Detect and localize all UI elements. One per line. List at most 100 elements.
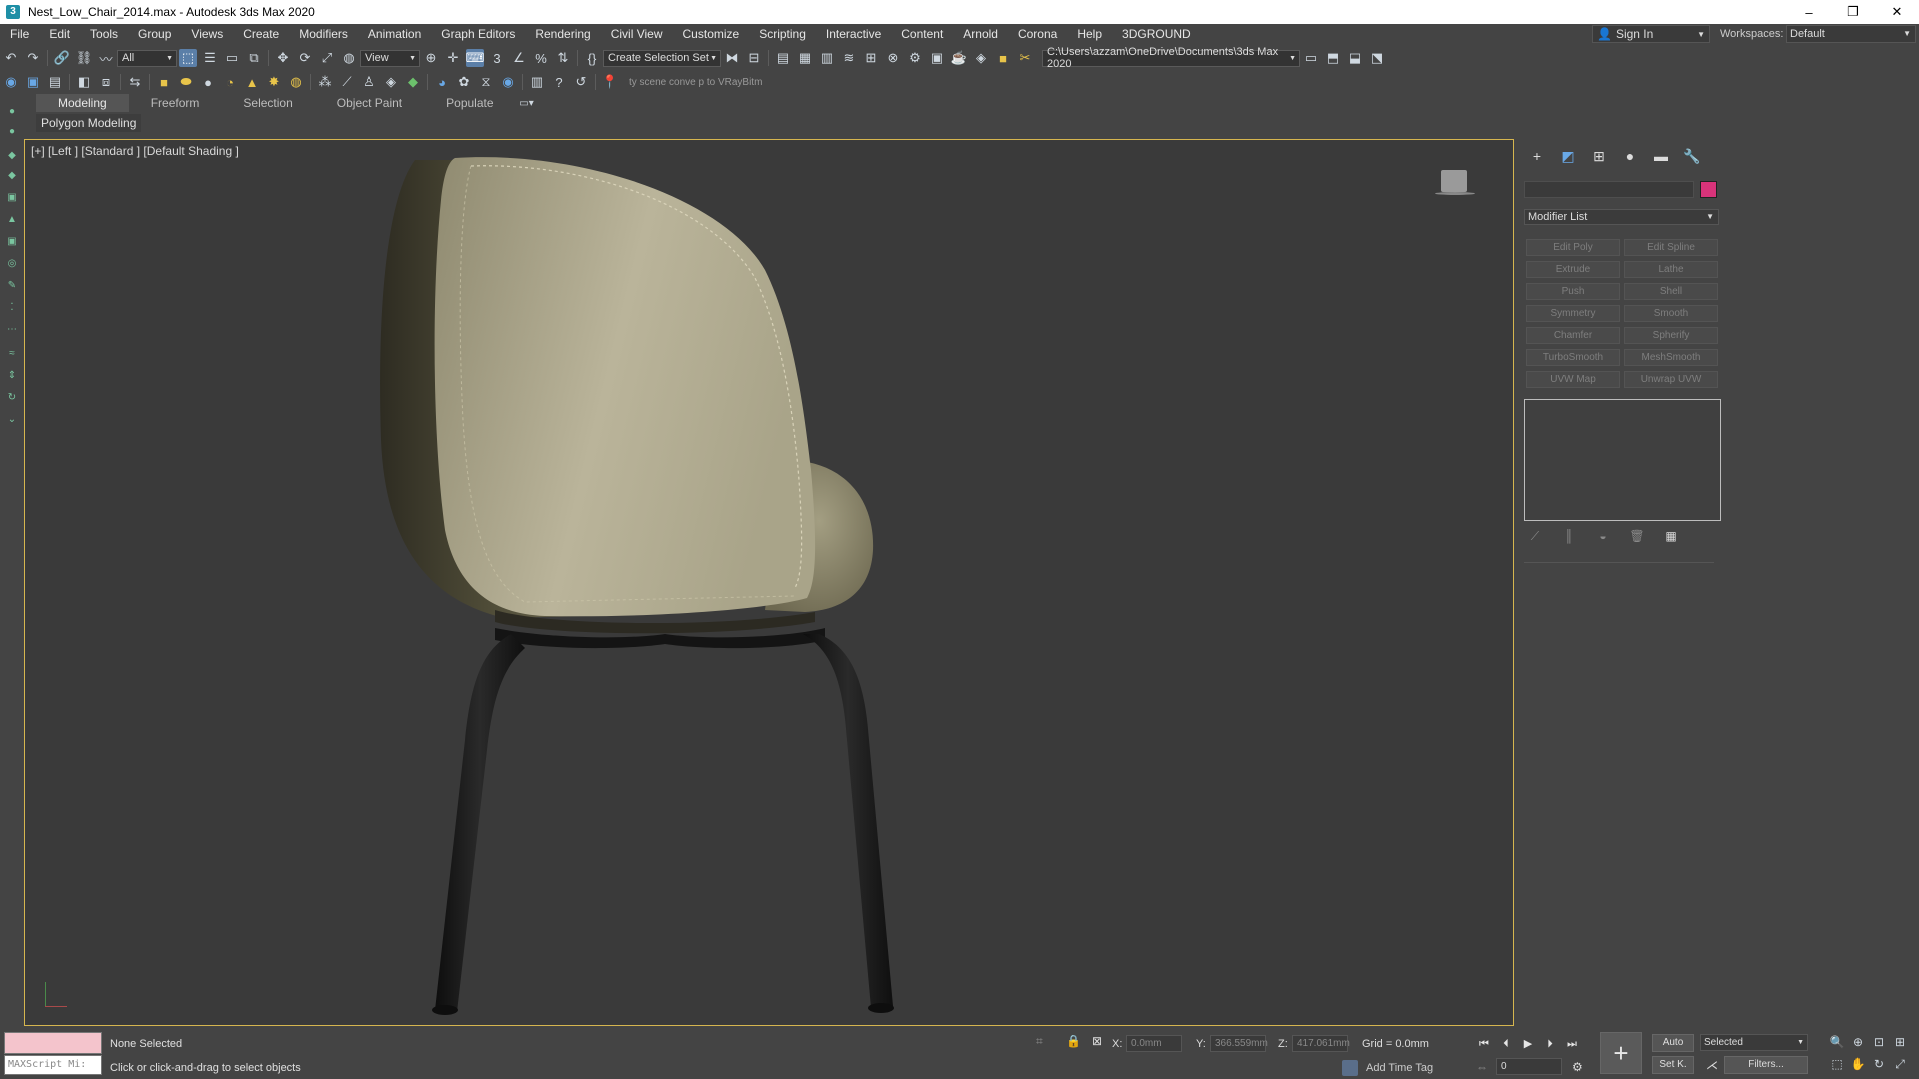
unwrap-uvw-button[interactable]: Unwrap UVW bbox=[1624, 371, 1718, 388]
remove-modifier-icon[interactable]: 🗑 bbox=[1628, 529, 1646, 545]
tab-populate[interactable]: Populate bbox=[424, 94, 515, 112]
menu-corona[interactable]: Corona bbox=[1008, 27, 1067, 41]
cycle-icon[interactable]: ↻ bbox=[6, 392, 18, 404]
align-icon[interactable]: ⊟ bbox=[745, 49, 763, 67]
show-end-result-icon[interactable]: ║ bbox=[1560, 529, 1578, 545]
render-production-icon[interactable]: ☕ bbox=[950, 49, 968, 67]
box-icon[interactable]: ■ bbox=[155, 73, 173, 91]
zoom-all-icon[interactable]: ⊕ bbox=[1849, 1034, 1867, 1050]
menu-help[interactable]: Help bbox=[1067, 27, 1112, 41]
utilities-icon[interactable]: ▲ bbox=[6, 214, 18, 226]
pivot-center-icon[interactable]: ⊕ bbox=[422, 49, 440, 67]
menu-modifiers[interactable]: Modifiers bbox=[289, 27, 358, 41]
tab-selection[interactable]: Selection bbox=[221, 94, 314, 112]
keyboard-shortcut-override-icon[interactable]: ⌨ bbox=[466, 49, 484, 67]
hierarchy-tab-icon[interactable]: ⊞ bbox=[1586, 147, 1612, 165]
next-frame-icon[interactable]: ⏵ bbox=[1540, 1036, 1560, 1052]
sphere-icon[interactable]: ● bbox=[199, 73, 217, 91]
time-config-icon[interactable]: ⚙ bbox=[1572, 1060, 1583, 1074]
select-object-icon[interactable]: ⬚ bbox=[179, 49, 197, 67]
scene-explorer-icon[interactable]: ▤ bbox=[774, 49, 792, 67]
help-icon[interactable]: ? bbox=[550, 73, 568, 91]
polygon-modeling-panel[interactable]: Polygon Modeling bbox=[36, 114, 142, 132]
utilities-tab-icon[interactable]: 🔧 bbox=[1679, 147, 1705, 165]
extrude-button[interactable]: Extrude bbox=[1526, 261, 1620, 278]
play-icon[interactable]: ▶ bbox=[1518, 1036, 1538, 1052]
stack-divider[interactable] bbox=[1524, 562, 1714, 563]
menu-edit[interactable]: Edit bbox=[39, 27, 80, 41]
render-tools-icon[interactable]: ✂ bbox=[1016, 49, 1034, 67]
spherify-button[interactable]: Spherify bbox=[1624, 327, 1718, 344]
previous-frame-icon[interactable]: ⏴ bbox=[1496, 1036, 1516, 1052]
reference-coordinate-dropdown[interactable]: View ▼ bbox=[360, 49, 420, 67]
restore-button[interactable]: ❐ bbox=[1831, 0, 1875, 24]
sort-icon[interactable]: ⇕ bbox=[6, 370, 18, 382]
redo-icon[interactable]: ↷ bbox=[24, 49, 42, 67]
scale-icon[interactable]: ⤢ bbox=[318, 49, 336, 67]
menu-customize[interactable]: Customize bbox=[673, 27, 750, 41]
container-icon[interactable]: ⧈ bbox=[97, 73, 115, 91]
edit-spline-button[interactable]: Edit Spline bbox=[1624, 239, 1718, 256]
rotate-icon[interactable]: ⟳ bbox=[296, 49, 314, 67]
auto-key-button[interactable]: Auto bbox=[1652, 1034, 1694, 1052]
create-tab-icon[interactable]: + bbox=[1524, 147, 1550, 165]
current-frame-field[interactable]: 0 bbox=[1496, 1058, 1562, 1075]
render-setup-icon[interactable]: ⚙ bbox=[906, 49, 924, 67]
curve-editor-icon[interactable]: ≋ bbox=[840, 49, 858, 67]
undo-icon[interactable]: ↶ bbox=[2, 49, 20, 67]
shell-button[interactable]: Shell bbox=[1624, 283, 1718, 300]
close-button[interactable]: ✕ bbox=[1875, 0, 1919, 24]
zoom-extents-icon[interactable]: ⊡ bbox=[1870, 1034, 1888, 1050]
field-of-view-icon[interactable]: ⬚ bbox=[1828, 1056, 1846, 1072]
flow-icon[interactable]: ≈ bbox=[6, 348, 18, 360]
path-icon[interactable]: ⋯ bbox=[6, 324, 18, 336]
spinner-snap-icon[interactable]: ⇅ bbox=[554, 49, 572, 67]
layers-icon[interactable]: ◧ bbox=[75, 73, 93, 91]
helper-icon[interactable]: ◈ bbox=[382, 73, 400, 91]
open-icon[interactable]: ▤ bbox=[46, 73, 64, 91]
snap-toggle-icon[interactable]: 3 bbox=[488, 49, 506, 67]
material-icon[interactable]: ◕ bbox=[433, 73, 451, 91]
menu-interactive[interactable]: Interactive bbox=[816, 27, 891, 41]
save-icon[interactable]: ▣ bbox=[24, 73, 42, 91]
minimize-button[interactable]: – bbox=[1787, 0, 1831, 24]
menu-3dground[interactable]: 3DGROUND bbox=[1112, 27, 1201, 41]
key-filters-button[interactable]: Filters... bbox=[1724, 1056, 1808, 1074]
mirror-icon[interactable]: ⧓ bbox=[723, 49, 741, 67]
particles-icon[interactable]: ⁂ bbox=[316, 73, 334, 91]
zoom-icon[interactable]: 🔍 bbox=[1828, 1034, 1846, 1050]
tab-freeform[interactable]: Freeform bbox=[129, 94, 222, 112]
selection-lock-icon[interactable]: 🔒 bbox=[1066, 1034, 1081, 1048]
add-time-tag-button[interactable]: Add Time Tag bbox=[1342, 1060, 1433, 1076]
project-open-icon[interactable]: ▭ bbox=[1302, 49, 1320, 67]
set-key-button[interactable]: Set K. bbox=[1652, 1056, 1694, 1074]
place-icon[interactable]: ◍ bbox=[340, 49, 358, 67]
maxscript-mini-input[interactable]: MAXScript Mi: bbox=[4, 1055, 102, 1075]
hierarchy-icon[interactable]: ◆ bbox=[6, 150, 18, 162]
toggle-ribbon-icon[interactable]: ▥ bbox=[818, 49, 836, 67]
symmetry-button[interactable]: Symmetry bbox=[1526, 305, 1620, 322]
workspace-select[interactable]: Default ▼ bbox=[1786, 25, 1916, 43]
link-icon[interactable]: 🔗 bbox=[53, 49, 71, 67]
modifier-stack[interactable] bbox=[1524, 399, 1721, 521]
menu-rendering[interactable]: Rendering bbox=[525, 27, 600, 41]
pick-icon[interactable]: ⇆ bbox=[126, 73, 144, 91]
scene-icon[interactable]: ◉ bbox=[2, 73, 20, 91]
isolate-selection-icon[interactable]: ⌗ bbox=[1036, 1034, 1043, 1049]
lathe-button[interactable]: Lathe bbox=[1624, 261, 1718, 278]
make-unique-icon[interactable]: ◒ bbox=[1594, 529, 1612, 545]
render-settings-icon[interactable]: ◉ bbox=[499, 73, 517, 91]
uvw-map-button[interactable]: UVW Map bbox=[1526, 371, 1620, 388]
percent-snap-icon[interactable]: % bbox=[532, 49, 550, 67]
object-name-field[interactable] bbox=[1524, 181, 1694, 198]
set-key-big-button[interactable]: + bbox=[1600, 1032, 1642, 1074]
menu-content[interactable]: Content bbox=[891, 27, 953, 41]
refresh-icon[interactable]: ↺ bbox=[572, 73, 590, 91]
menu-tools[interactable]: Tools bbox=[80, 27, 128, 41]
render-in-cloud-icon[interactable]: ■ bbox=[994, 49, 1012, 67]
menu-civil-view[interactable]: Civil View bbox=[601, 27, 673, 41]
project-folder-dropdown[interactable]: C:\Users\azzam\OneDrive\Documents\3ds Ma… bbox=[1042, 46, 1300, 70]
project-create-icon[interactable]: ⬒ bbox=[1324, 49, 1342, 67]
menu-views[interactable]: Views bbox=[181, 27, 233, 41]
key-mode-icon[interactable]: ⇔ bbox=[1476, 1060, 1488, 1074]
